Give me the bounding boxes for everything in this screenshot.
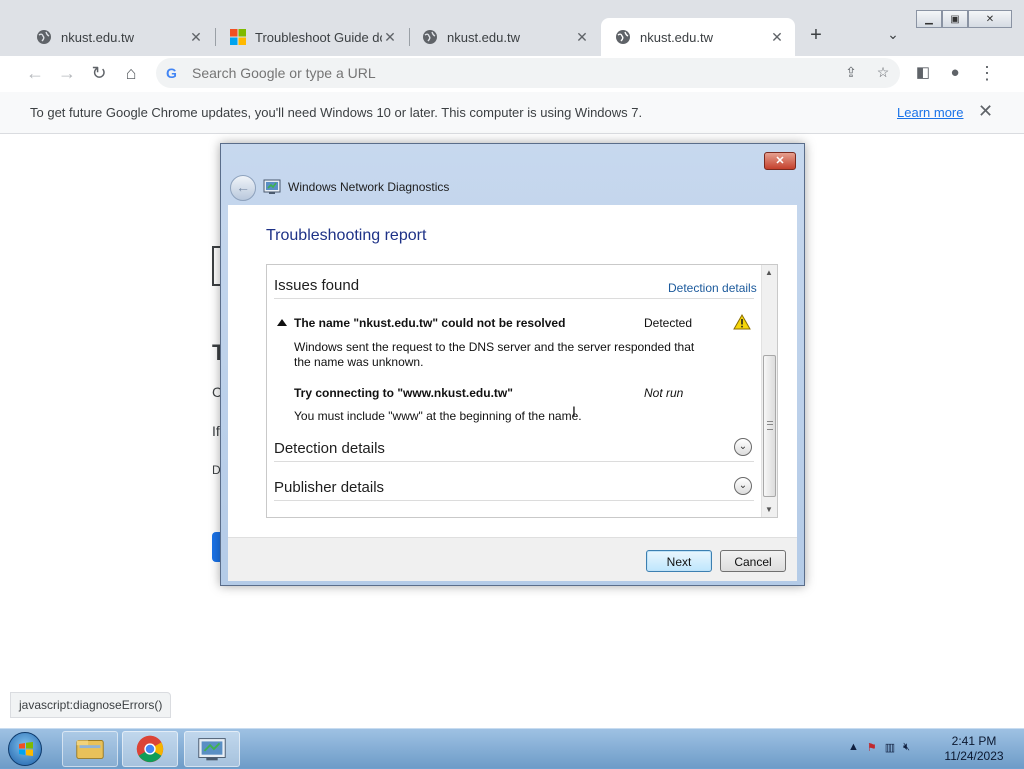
tab-1-close-icon[interactable]: ✕	[188, 29, 204, 46]
menu-kebab-icon[interactable]: ⋮	[976, 62, 998, 84]
page-text-fragment: If	[212, 423, 220, 439]
tab-3-close-icon[interactable]: ✕	[574, 29, 590, 46]
action-center-flag-icon[interactable]: ⚑	[867, 741, 877, 757]
omnibox[interactable]: G ⇪ ☆	[156, 58, 900, 88]
network-diagnostics-icon	[198, 738, 226, 761]
minimize-icon[interactable]: ▁	[916, 10, 942, 28]
tab-2[interactable]: Troubleshoot Guide dow ✕	[216, 18, 408, 56]
detection-details-expand-chevron-down-icon[interactable]: ⌄	[734, 438, 752, 456]
taskbar-network-diagnostics[interactable]	[184, 731, 240, 767]
google-g-icon: G	[166, 65, 177, 81]
issues-heading: Issues found	[274, 277, 360, 294]
network-error-icon[interactable]: ▥	[885, 741, 895, 757]
clock-time: 2:41 PM	[951, 734, 997, 748]
tab-2-title: Troubleshoot Guide dow	[255, 29, 382, 45]
side-panel-icon[interactable]: ◧	[912, 62, 934, 84]
cancel-button[interactable]: Cancel	[720, 550, 786, 572]
system-tray: ▲ ⚑ ▥ 🔇︎	[848, 741, 910, 757]
text-cursor-icon: I	[572, 403, 576, 419]
report-scrollbar[interactable]: ▲ ▼	[761, 265, 777, 517]
infobar-close-icon[interactable]: ✕	[978, 101, 993, 122]
issue-1-status: Detected	[644, 316, 693, 330]
issue-2-status: Not run	[644, 386, 684, 400]
tab-1-title: nkust.edu.tw	[61, 29, 134, 45]
start-button[interactable]	[8, 732, 42, 766]
globe-icon	[616, 30, 630, 44]
network-diagnostics-icon	[263, 179, 281, 194]
grip-icon	[767, 421, 773, 430]
report-title: Troubleshooting report	[266, 227, 427, 244]
next-button[interactable]: Next	[646, 550, 712, 572]
page-box-fragment	[212, 246, 220, 286]
taskbar-chrome[interactable]	[122, 731, 178, 767]
divider	[274, 298, 754, 299]
tab-4-title: nkust.edu.tw	[640, 29, 713, 45]
tab-3[interactable]: nkust.edu.tw ✕	[408, 18, 600, 56]
back-arrow-icon[interactable]: ←	[230, 175, 256, 201]
scroll-up-icon[interactable]: ▲	[765, 268, 773, 277]
scrollbar-thumb[interactable]	[763, 355, 776, 497]
dialog-close-icon[interactable]: ✕	[764, 152, 796, 170]
chrome-icon	[136, 735, 164, 763]
detection-details-link[interactable]: Detection details	[668, 281, 757, 295]
new-tab-plus-icon[interactable]: +	[805, 24, 827, 46]
divider	[274, 461, 754, 462]
tab-search-chevron-down-icon[interactable]: ⌄	[884, 26, 902, 44]
infobar-message: To get future Google Chrome updates, you…	[30, 105, 643, 120]
status-url-bubble: javascript:diagnoseErrors()	[10, 692, 172, 718]
back-arrow-icon[interactable]: ←	[24, 62, 46, 84]
explorer-icon	[76, 740, 104, 759]
windows-taskbar: ▲ ⚑ ▥ 🔇︎ 2:41 PM 11/24/2023	[0, 728, 1024, 768]
globe-icon	[37, 30, 51, 44]
profile-avatar-icon[interactable]: ●	[944, 62, 966, 84]
restore-icon[interactable]: ▣	[942, 10, 968, 28]
detection-details-heading: Detection details	[274, 440, 385, 457]
tab-strip: nkust.edu.tw ✕ Troubleshoot Guide dow ✕ …	[0, 0, 1024, 56]
taskbar-explorer[interactable]	[62, 731, 118, 767]
share-icon[interactable]: ⇪	[842, 64, 860, 82]
window-close-icon[interactable]: ✕	[968, 10, 1012, 28]
tab-1[interactable]: nkust.edu.tw ✕	[22, 18, 214, 56]
address-input[interactable]	[190, 64, 794, 82]
tab-2-close-icon[interactable]: ✕	[382, 29, 398, 46]
update-infobar: To get future Google Chrome updates, you…	[0, 92, 1024, 134]
window-controls: ▁ ▣ ✕	[916, 10, 1012, 30]
forward-arrow-icon[interactable]: →	[56, 62, 78, 84]
clock-date: 11/24/2023	[944, 749, 1004, 763]
collapse-triangle-icon[interactable]	[277, 319, 287, 326]
reload-icon[interactable]: ↻	[88, 62, 110, 84]
scroll-down-icon[interactable]: ▼	[765, 505, 773, 514]
report-panel: Issues found Detection details The name …	[266, 264, 778, 518]
tab-4-close-icon[interactable]: ✕	[769, 29, 785, 46]
taskbar-clock[interactable]: 2:41 PM 11/24/2023	[940, 734, 1008, 764]
home-icon[interactable]: ⌂	[120, 62, 142, 84]
windows-flag-icon	[19, 742, 33, 756]
divider	[274, 500, 754, 501]
microsoft-icon	[230, 29, 246, 45]
browser-toolbar: ← → ↻ ⌂ G ⇪ ☆ ◧ ● ⋮	[0, 56, 1024, 90]
globe-icon	[423, 30, 437, 44]
publisher-details-heading: Publisher details	[274, 479, 385, 496]
network-diagnostics-dialog: ✕ ← Windows Network Diagnostics Troubles…	[220, 143, 805, 586]
page-button-fragment[interactable]	[212, 532, 220, 562]
issue-1-title: The name "nkust.edu.tw" could not be res…	[294, 316, 566, 330]
bookmark-star-icon[interactable]: ☆	[874, 64, 892, 82]
issue-2-description: You must include "www" at the beginning …	[294, 409, 582, 423]
tab-4-active[interactable]: nkust.edu.tw ✕	[601, 18, 795, 56]
warning-icon	[733, 314, 751, 330]
publisher-details-expand-chevron-down-icon[interactable]: ⌄	[734, 477, 752, 495]
dialog-body: Troubleshooting report Issues found Dete…	[228, 205, 797, 581]
issue-2-title: Try connecting to "www.nkust.edu.tw"	[294, 386, 513, 400]
volume-muted-icon[interactable]: 🔇︎	[903, 741, 910, 757]
show-hidden-icons-chevron-up-icon[interactable]: ▲	[848, 741, 859, 757]
issue-1-description: Windows sent the request to the DNS serv…	[294, 340, 695, 369]
dialog-title: Windows Network Diagnostics	[288, 180, 450, 194]
tab-3-title: nkust.edu.tw	[447, 29, 520, 45]
dialog-footer: Next Cancel	[228, 537, 797, 581]
learn-more-link[interactable]: Learn more	[897, 105, 963, 120]
